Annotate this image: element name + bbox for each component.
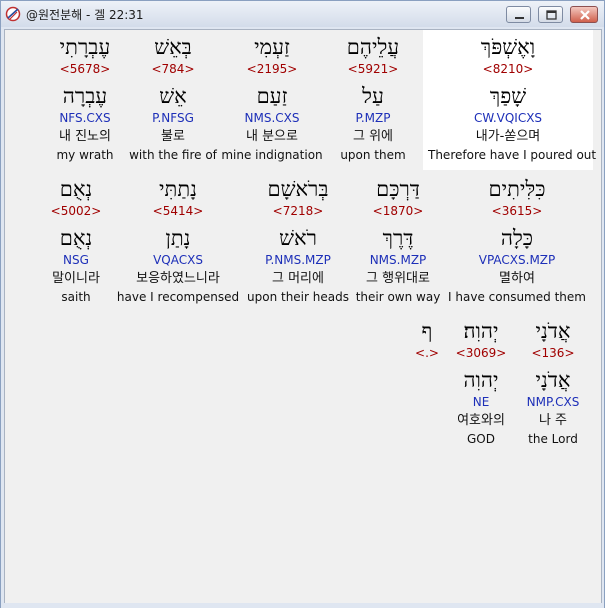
close-icon: [580, 10, 590, 20]
hebrew-word: נְאֻם: [59, 177, 93, 201]
korean-gloss: 내 진노의: [59, 129, 111, 144]
strong-number: <.>: [415, 346, 439, 360]
morphology-code: NE: [472, 395, 490, 409]
strong-number: <5002>: [50, 204, 102, 218]
close-button[interactable]: [570, 6, 598, 23]
minimize-icon: [515, 17, 524, 19]
english-gloss: saith: [61, 290, 91, 304]
lemma: עֶבְרָה: [62, 84, 108, 108]
maximize-icon: [546, 10, 557, 20]
minimize-button[interactable]: [506, 6, 531, 23]
title-bar[interactable]: @원전분해 - 겔 22:31: [1, 1, 604, 27]
morphology-code: NFS.CXS: [59, 111, 111, 125]
lemma: נְאֻם: [59, 226, 93, 250]
app-logo-icon: [5, 6, 21, 22]
hebrew-word: עֶבְרָתִי: [59, 35, 111, 59]
korean-gloss: 말이니라: [52, 271, 100, 286]
maximize-button[interactable]: [538, 6, 563, 23]
hebrew-word: ף: [421, 319, 433, 343]
window-title: @원전분해 - 겔 22:31: [26, 8, 144, 22]
english-gloss: GOD: [467, 432, 495, 446]
korean-gloss: 여호와의: [457, 413, 505, 428]
english-gloss: my wrath: [56, 148, 114, 162]
interlinear-view: וָאֶשְׁפֹּךְ <8210> שָׁפַךְ CW.VQICXS 내가…: [4, 29, 602, 604]
app-window: @원전분해 - 겔 22:31 וָאֶשְׁפֹּךְ <8210> שָׁפ…: [0, 0, 605, 608]
lemma: יְהוִה: [463, 368, 499, 392]
window-bottom-edge: [1, 603, 604, 608]
strong-number: <5678>: [59, 62, 111, 76]
morphology-code: NSG: [63, 253, 89, 267]
